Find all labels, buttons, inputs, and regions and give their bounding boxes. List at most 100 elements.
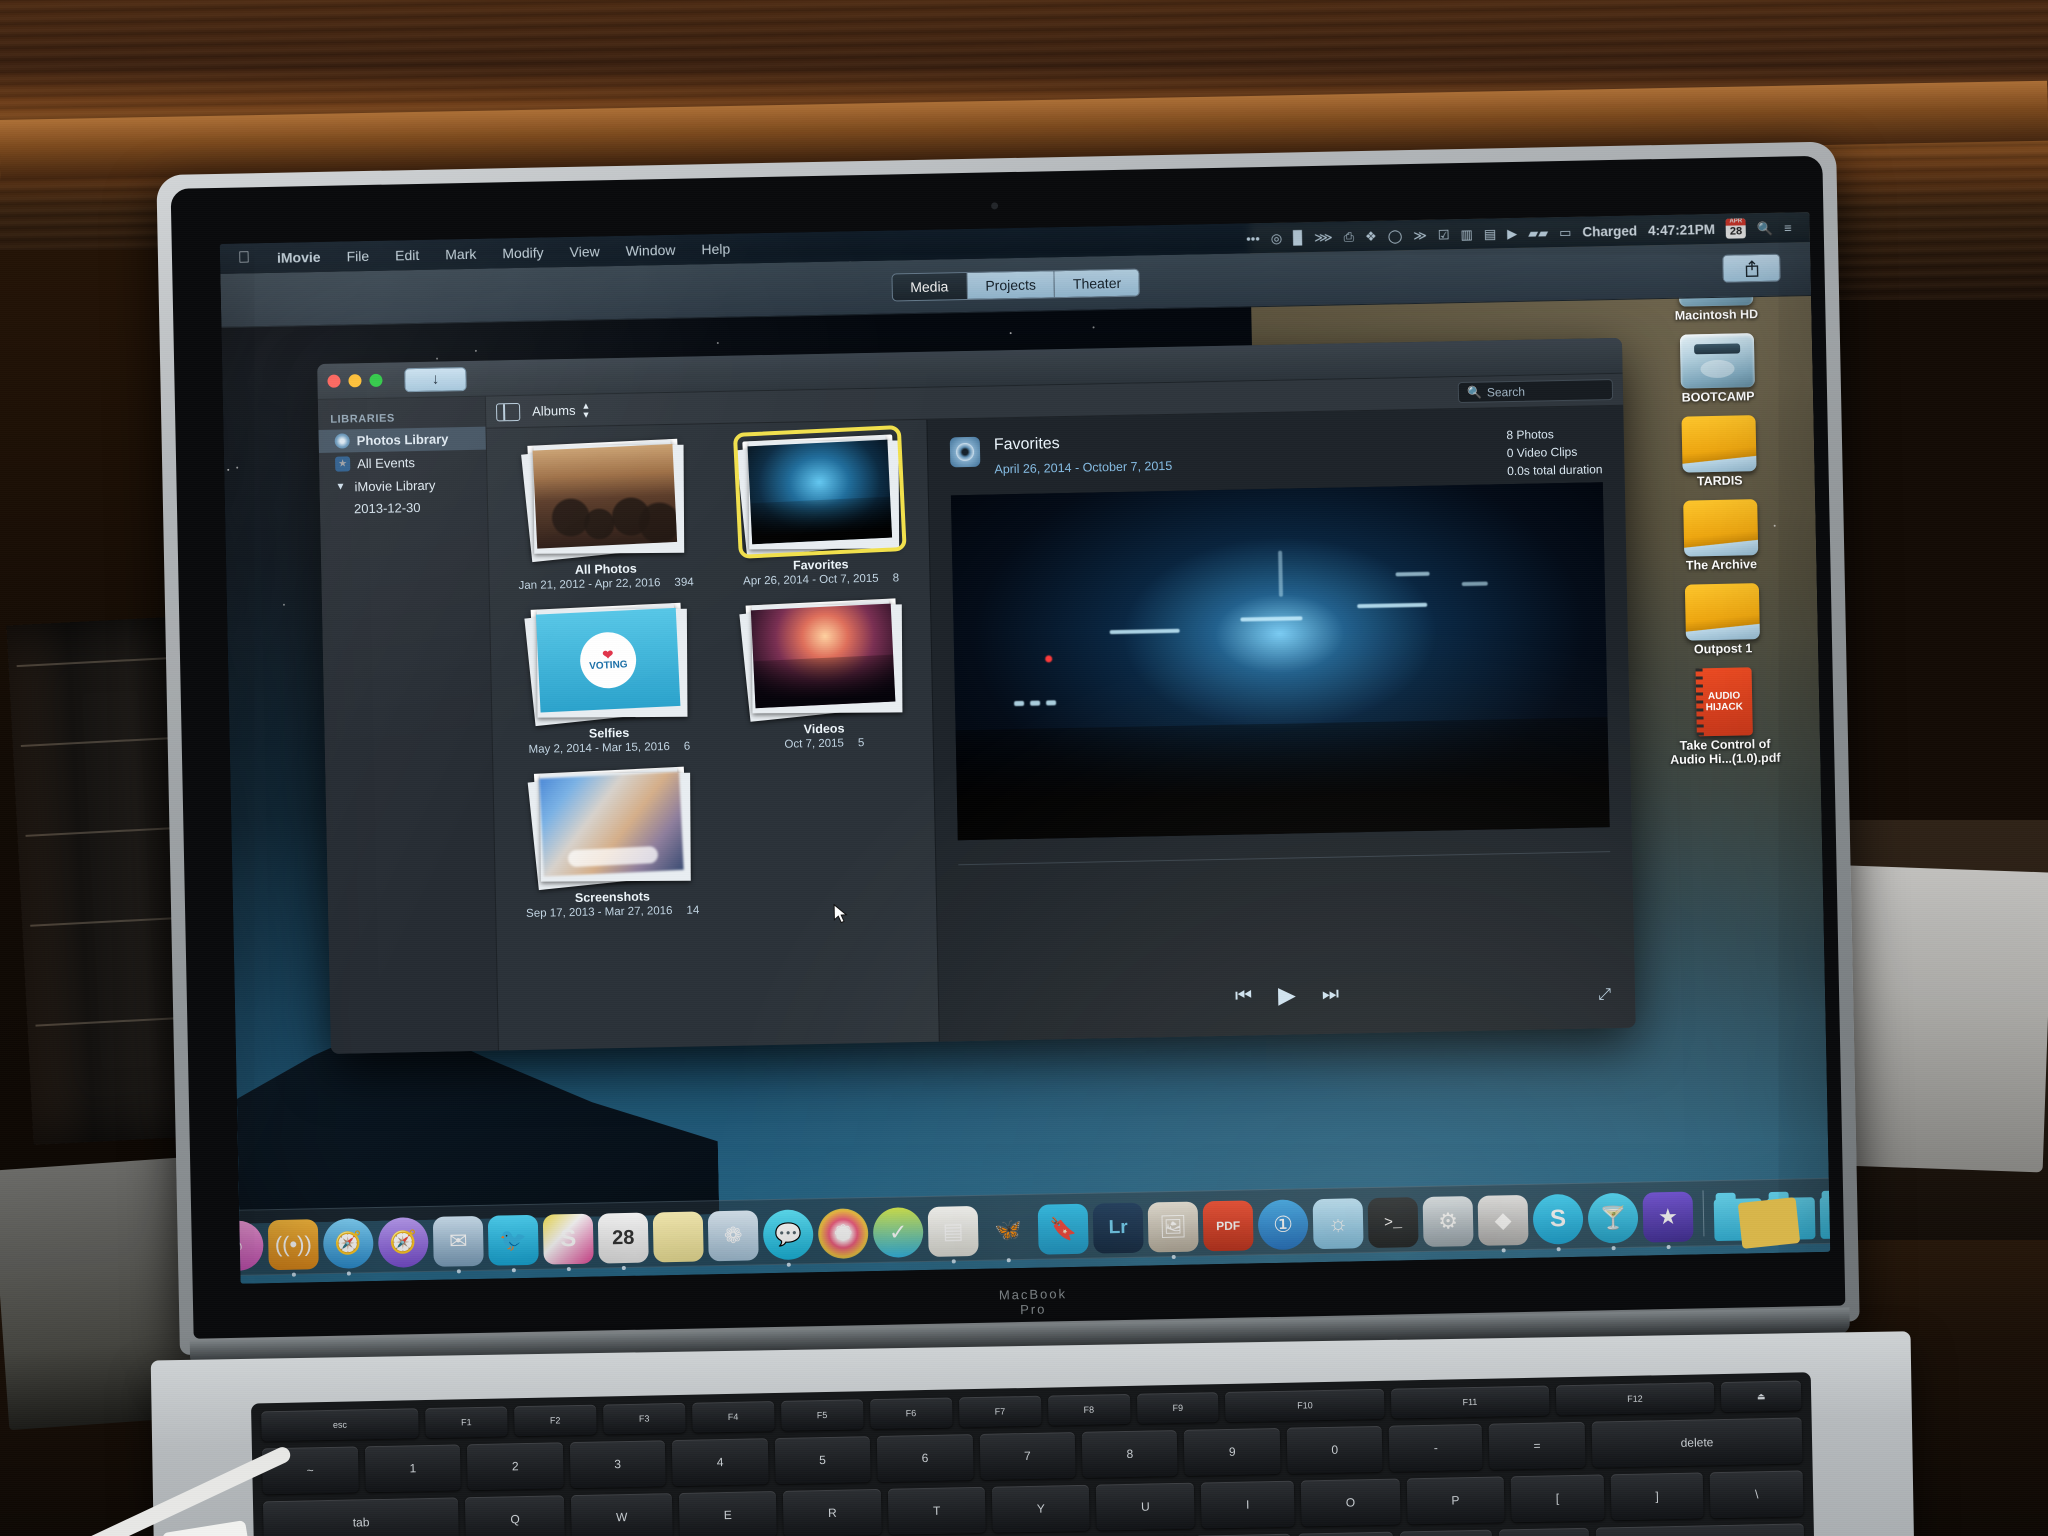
apple-menu-icon[interactable]:  [234,249,264,268]
key-0[interactable]: 0 [1287,1426,1383,1474]
dock-item-sketch[interactable]: S [543,1214,594,1265]
play-icon[interactable]: ▶ [1278,981,1296,1008]
bandwidth-icon[interactable]: ▥ [1460,227,1473,240]
dock-item-safari[interactable]: 🧭 [323,1218,374,1269]
desktop-icon-pdf-document[interactable]: AUDIO HIJACK Take Control of Audio Hi...… [1649,666,1801,767]
sidebar-item-photos-library[interactable]: Photos Library [318,427,485,453]
sidebar-item-event-2013-12-30[interactable]: 2013-12-30 [320,496,487,520]
key-o[interactable]: O [1301,1479,1401,1527]
album-selfies[interactable]: ❤ VOTING Selfies May 2, 2014 - Mar 15, 20… [504,604,712,756]
preview-image[interactable] [951,482,1610,840]
key-f8[interactable]: F8 [1048,1394,1131,1426]
desktop-icon-the-archive[interactable]: The Archive [1645,498,1796,573]
dock-item-calendar[interactable]: 28 [598,1213,649,1264]
key-esc[interactable]: esc [261,1408,418,1441]
menu-item-window[interactable]: Window [612,242,688,260]
share-button[interactable] [1722,254,1781,283]
menu-item-modify[interactable]: Modify [489,244,557,261]
dock-item-photos-pinwheel[interactable]: ❁ [818,1208,869,1259]
airplay-icon[interactable]: ≫ [1413,228,1427,241]
menu-item-mark[interactable]: Mark [432,246,489,263]
key-2[interactable]: 2 [467,1442,563,1490]
dock-item-notes-list[interactable]: ▤ [928,1206,979,1257]
menu-item-help[interactable]: Help [688,240,743,257]
key-u[interactable]: U [1096,1483,1195,1531]
desktop-icon-outpost-1[interactable]: Outpost 1 [1647,582,1798,657]
close-button[interactable] [327,375,340,388]
key-r[interactable]: R [783,1489,882,1536]
key-f7[interactable]: F7 [959,1396,1042,1428]
bookmark-icon[interactable]: ▉ [1293,231,1303,244]
key-f12[interactable]: F12 [1556,1382,1715,1415]
sidebar-group-imovie-library[interactable]: ▼ iMovie Library [319,473,486,499]
album-favorites[interactable]: Favorites Apr 26, 2014 - Oct 7, 2015 8 [716,436,924,588]
key-f2[interactable]: F2 [514,1405,597,1437]
key-return[interactable]: return [1596,1523,1805,1536]
expand-icon[interactable]: ⤢ [1598,986,1611,1004]
menu-item-view[interactable]: View [556,243,612,260]
key-y[interactable]: Y [992,1485,1090,1533]
dock-item-imovie[interactable]: ★ [1643,1192,1694,1243]
imovie-tab-group[interactable]: Media Projects Theater [891,268,1140,301]
play-status-icon[interactable]: ▶ [1507,226,1517,239]
dock-item-skype[interactable]: S [1533,1194,1584,1245]
skip-back-icon[interactable]: ⏮ [1235,985,1253,1007]
dock-item-handbrake[interactable]: 🍸 [1588,1193,1639,1244]
dock-item-transmit[interactable]: ◆ [1478,1195,1529,1246]
textexpander-icon[interactable]: ▤ [1484,227,1497,240]
zoom-button[interactable] [369,374,382,387]
sidebar-toggle-icon[interactable] [496,402,520,420]
backblaze-icon[interactable]: ⋙ [1314,230,1333,243]
key-w[interactable]: W [571,1493,673,1536]
disclosure-triangle-icon[interactable]: ▼ [336,481,346,492]
dock-item-tweetbot[interactable]: 🐦 [488,1215,539,1266]
key-t[interactable]: T [888,1487,986,1535]
key--[interactable]: ' [1499,1528,1590,1536]
dock-item-ulysses[interactable]: 🦋 [983,1205,1034,1256]
search-input[interactable]: 🔍 Search [1458,379,1613,403]
key-6[interactable]: 6 [877,1434,973,1482]
dock-item-photos[interactable]: ❁ [708,1210,759,1261]
key-f4[interactable]: F4 [692,1401,775,1433]
key--[interactable]: [ [1511,1474,1605,1522]
dock-item-podcasts[interactable]: ((•)) [268,1219,319,1270]
network-icon[interactable]: ▰▰ [1528,226,1548,239]
dock-item-safari-technology-preview[interactable]: 🧭 [378,1217,429,1268]
desktop-icon-bootcamp[interactable]: BOOTCAMP [1642,332,1793,405]
menu-item-file[interactable]: File [333,248,382,265]
album-all-photos[interactable]: All Photos Jan 21, 2012 - Apr 22, 2016 3… [501,440,709,592]
minimize-button[interactable] [348,374,361,387]
dock-item-preview[interactable]: 🖼 [1148,1202,1199,1253]
key-3[interactable]: 3 [570,1440,666,1488]
key-4[interactable]: 4 [672,1438,768,1486]
key-f9[interactable]: F9 [1137,1392,1220,1424]
key-tab[interactable]: tab [263,1497,459,1536]
key--[interactable]: ] [1610,1472,1704,1520]
key-7[interactable]: 7 [979,1432,1075,1480]
key-9[interactable]: 9 [1184,1428,1280,1476]
dropbox-icon[interactable]: ❖ [1365,229,1377,242]
key-p[interactable]: P [1406,1476,1504,1524]
key--[interactable]: \ [1710,1470,1804,1518]
dock-item-1password[interactable]: ① [1258,1199,1309,1250]
tab-theater[interactable]: Theater [1055,269,1140,297]
key-delete[interactable]: delete [1591,1417,1802,1467]
key-e[interactable]: E [679,1491,777,1536]
dock-item-mail[interactable]: ✉ [433,1216,484,1267]
key-f10[interactable]: F10 [1225,1389,1384,1422]
clock-label[interactable]: 4:47:21PM [1648,221,1715,237]
view-popup-button[interactable]: Albums ▲ ▼ [532,401,591,420]
key-q[interactable]: Q [465,1495,565,1536]
skip-forward-icon[interactable]: ⏭ [1322,983,1340,1005]
key-5[interactable]: 5 [774,1436,870,1484]
key-f3[interactable]: F3 [603,1403,686,1435]
key-f6[interactable]: F6 [870,1397,953,1429]
menu-item-edit[interactable]: Edit [382,247,432,264]
key-f5[interactable]: F5 [781,1399,864,1431]
tab-projects[interactable]: Projects [967,271,1055,299]
key--[interactable]: = [1489,1422,1586,1470]
printer-icon[interactable]: ⎙ [1344,230,1355,243]
dock-item-things[interactable]: ✓ [873,1207,924,1258]
dock-item-pdfpen[interactable]: PDF [1203,1200,1254,1251]
key-i[interactable]: I [1201,1481,1295,1529]
